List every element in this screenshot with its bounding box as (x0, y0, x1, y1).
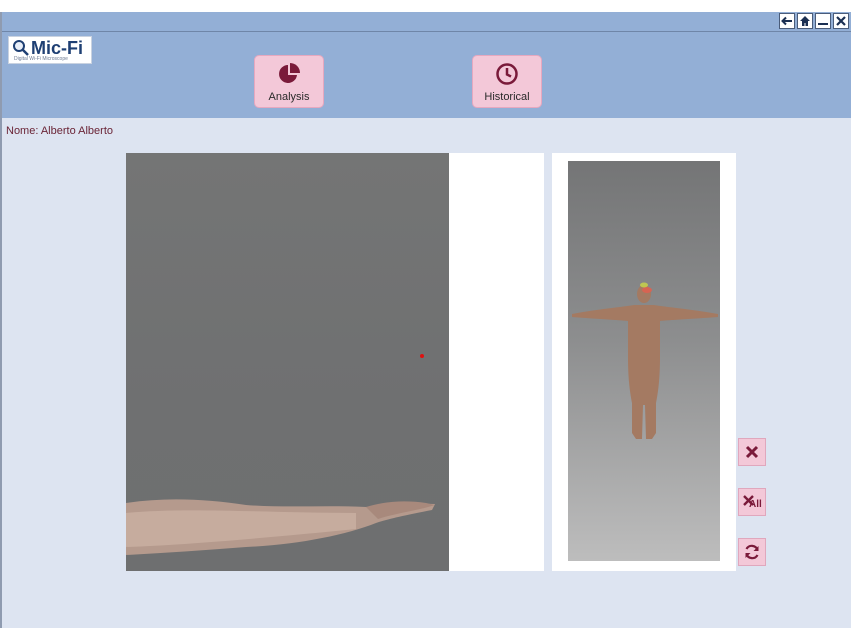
minimize-icon (818, 23, 828, 25)
arm-render (126, 499, 435, 555)
app-logo: Mic-Fi Digital Wi-Fi Microscope (8, 36, 92, 64)
detail-view-panel (126, 153, 544, 571)
body-model-view[interactable] (568, 161, 720, 561)
close-x-icon (745, 445, 759, 459)
historical-label: Historical (484, 91, 530, 103)
title-bar (2, 12, 851, 32)
analysis-label: Analysis (268, 91, 310, 103)
patient-name: Nome: Alberto Alberto (6, 125, 114, 137)
close-button[interactable] (833, 13, 849, 29)
app-window: Mic-Fi Digital Wi-Fi Microscope Analysis… (0, 12, 851, 628)
pie-chart-icon (279, 63, 300, 83)
window-controls (779, 13, 849, 29)
header: Mic-Fi Digital Wi-Fi Microscope Analysis… (2, 32, 851, 118)
historical-button[interactable]: Historical (472, 55, 542, 108)
analysis-button[interactable]: Analysis (254, 55, 324, 108)
marker-point (420, 354, 424, 358)
close-icon (836, 16, 846, 26)
body-model-panel (552, 153, 736, 571)
home-button[interactable] (797, 13, 813, 29)
delete-all-label: All (749, 499, 762, 510)
refresh-button[interactable] (738, 538, 766, 566)
logo-subtitle: Digital Wi-Fi Microscope (14, 56, 68, 62)
back-button[interactable] (779, 13, 795, 29)
minimize-button[interactable] (815, 13, 831, 29)
magnifier-logo-icon (13, 40, 29, 56)
refresh-icon (745, 544, 759, 560)
clock-icon (496, 63, 518, 85)
home-icon (800, 16, 810, 26)
delete-button[interactable] (738, 438, 766, 466)
arrow-left-icon (781, 16, 792, 26)
zoomed-body-view[interactable] (126, 153, 449, 571)
delete-all-button[interactable]: All (738, 488, 766, 516)
human-body-model (572, 282, 718, 439)
